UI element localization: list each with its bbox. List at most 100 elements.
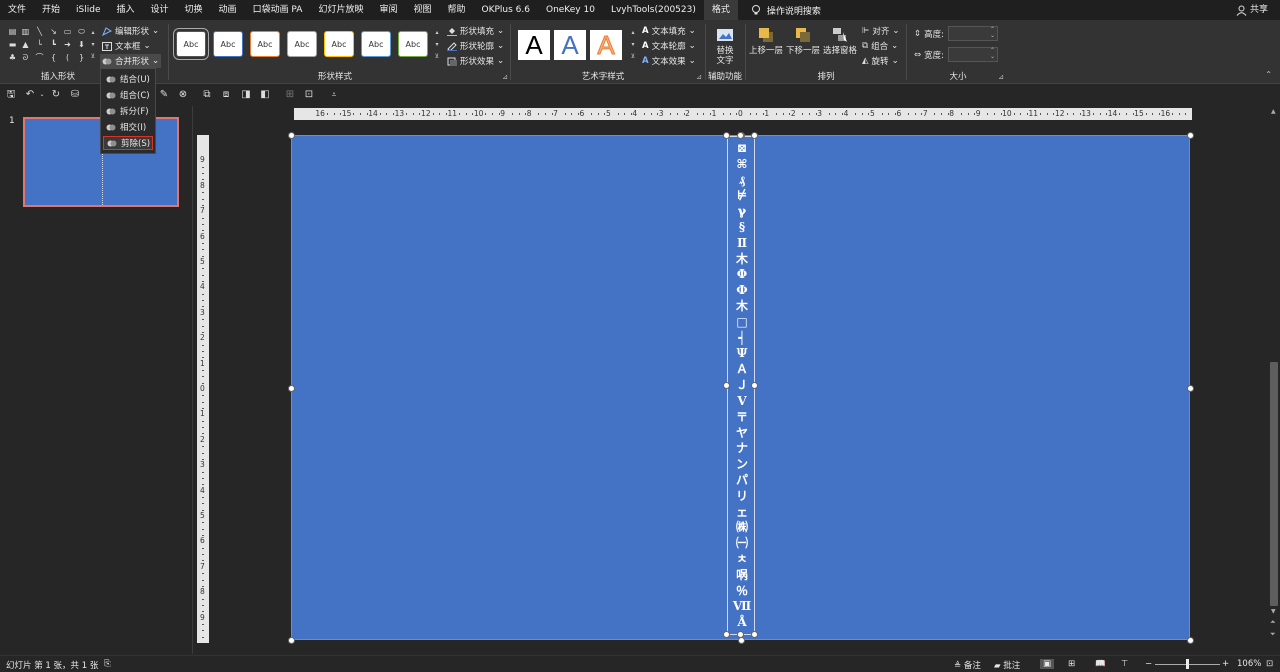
line-shape-icon[interactable]: ╲	[34, 27, 45, 36]
right-arrow-shape-icon[interactable]: ➜	[62, 40, 73, 49]
reading-view-icon[interactable]: 📖	[1095, 659, 1106, 669]
tab-12[interactable]: OKPlus 6.6	[474, 0, 538, 20]
zoom-slider-knob[interactable]	[1186, 659, 1189, 669]
brush-icon[interactable]: ✎	[158, 89, 170, 101]
tab-10[interactable]: 视图	[405, 0, 439, 20]
shape-fill-button[interactable]: 形状填充 ⌄	[447, 25, 504, 37]
text-box-resize-handle[interactable]	[737, 132, 744, 139]
zoom-out-icon[interactable]: −	[1145, 659, 1152, 669]
shape-style-swatch[interactable]: Abc	[324, 31, 354, 57]
prev-slide-icon[interactable]: ⏶	[1270, 618, 1276, 627]
slideshow-icon[interactable]: ⊤	[1121, 659, 1128, 669]
height-input[interactable]: ⌃ ⌄	[948, 26, 998, 41]
curve-shape-icon[interactable]: ᘐ	[20, 53, 31, 62]
tab-0[interactable]: 文件	[0, 0, 34, 20]
text-box-button[interactable]: 文本框 ⌄	[102, 40, 151, 52]
tab-6[interactable]: 动画	[211, 0, 245, 20]
tab-3[interactable]: 插入	[109, 0, 143, 20]
edit-shape-button[interactable]: 编辑形状 ⌄	[102, 25, 159, 37]
format-painter-icon[interactable]: ⛁	[69, 89, 81, 101]
rotate-button[interactable]: ◭ 旋转 ⌄	[862, 55, 899, 67]
shape-style-swatch[interactable]: Abc	[287, 31, 317, 57]
width-input[interactable]: ⌃ ⌄	[948, 47, 998, 62]
resize-handle[interactable]	[1187, 384, 1194, 392]
shape-effects-button[interactable]: 形状效果 ⌄	[447, 55, 504, 67]
shape-style-swatch[interactable]: Abc	[250, 31, 280, 57]
undo-icon[interactable]: ↶	[24, 89, 36, 101]
resize-handle[interactable]	[737, 637, 745, 644]
bring-forward-button[interactable]: 上移一层	[748, 26, 784, 56]
scroll-up-icon[interactable]: ▲	[1271, 108, 1276, 115]
shape-outline-button[interactable]: 形状轮廓 ⌄	[447, 40, 504, 52]
text-box-resize-handle[interactable]	[723, 631, 730, 638]
bracket-shape-icon[interactable]: (	[62, 53, 73, 62]
wordart-black[interactable]: A	[518, 30, 550, 60]
textbox-shape-icon[interactable]: ▤	[7, 27, 18, 36]
normal-view-icon[interactable]: ▣	[1040, 659, 1055, 669]
triangle-shape-icon[interactable]: ▲	[20, 40, 31, 49]
redo-icon[interactable]: ↻	[50, 89, 62, 101]
zoom-level[interactable]: 106%	[1237, 659, 1261, 669]
lasso-icon[interactable]: ⊗	[177, 89, 189, 101]
spellcheck-icon[interactable]: ⎘	[104, 659, 111, 669]
customize-toolbar-icon[interactable]: ⩡	[328, 89, 340, 101]
scroll-down-icon[interactable]: ▼	[1271, 608, 1276, 615]
slide-canvas[interactable]: ⊠ ⌘ ₰ ⊭ ℽ § Ⅱ ⽊ Φ Ф ⽊ □ ┥ Ψ Ａ Ｊ Ⅴ 〒ヤナンパリェ㈱㈠ㅊ㖞％ Ⅶ Å	[288, 132, 1194, 644]
resize-handle[interactable]	[288, 637, 295, 644]
wordart-blue[interactable]: A	[554, 30, 586, 60]
text-box-resize-handle[interactable]	[723, 381, 730, 389]
merge-option-4[interactable]: 剪除(S)	[103, 136, 153, 150]
brace-shape-icon[interactable]: {	[48, 53, 59, 62]
text-effects-button[interactable]: A 文本效果 ⌄	[642, 55, 696, 67]
alt-text-button[interactable]: 替换 文字	[707, 26, 743, 66]
down-arrow-shape-icon[interactable]: ⬇	[76, 40, 87, 49]
vertical-textbox-shape-icon[interactable]: ▥	[20, 27, 31, 36]
selection-pane-button[interactable]: 选择窗格	[822, 26, 858, 56]
merge-option-3[interactable]: 相交(I)	[103, 120, 153, 134]
text-box-resize-handle[interactable]	[751, 381, 758, 389]
text-outline-button[interactable]: A 文本轮廓 ⌄	[642, 40, 696, 52]
next-slide-icon[interactable]: ⏷	[1270, 630, 1276, 639]
align-button[interactable]: ⊫ 对齐 ⌄	[862, 25, 900, 37]
slide-sorter-icon[interactable]: ⊞	[1068, 659, 1075, 669]
shape-style-swatch[interactable]: Abc	[213, 31, 243, 57]
resize-handle[interactable]	[288, 384, 295, 392]
shape-style-swatch[interactable]: Abc	[173, 28, 209, 60]
dialog-launcher-icon[interactable]: ⊿	[998, 73, 1004, 81]
fit-to-window-icon[interactable]: ⊡	[1266, 659, 1273, 669]
tab-1[interactable]: 开始	[34, 0, 68, 20]
scrollbar-thumb[interactable]	[1270, 362, 1278, 606]
tab-13[interactable]: OneKey 10	[538, 0, 603, 20]
undo-dropdown-icon[interactable]: ⌄	[36, 89, 48, 101]
tab-15[interactable]: 格式	[703, 0, 738, 20]
tab-9[interactable]: 审阅	[371, 0, 405, 20]
collapse-ribbon-icon[interactable]: ⌃	[1265, 70, 1272, 79]
save-icon[interactable]: 🖫	[5, 89, 17, 101]
shape-style-swatch[interactable]: Abc	[398, 31, 428, 57]
rounded-rect-shape-icon[interactable]: ▬	[7, 40, 18, 49]
duplicate-icon[interactable]: ⧈	[220, 89, 232, 101]
resize-handle[interactable]	[288, 132, 295, 139]
shape-gallery-scroll[interactable]: ▴ ▾ ⊻	[89, 27, 97, 63]
resize-handle[interactable]	[1187, 132, 1194, 139]
text-fill-button[interactable]: A 文本填充 ⌄	[642, 25, 696, 37]
merge-option-1[interactable]: 组合(C)	[103, 88, 153, 102]
wordart-gallery-scroll[interactable]: ▴ ▾ ⊻	[629, 27, 637, 63]
text-box-resize-handle[interactable]	[751, 132, 758, 139]
text-box-resize-handle[interactable]	[737, 631, 744, 638]
tab-8[interactable]: 幻灯片放映	[310, 0, 371, 20]
bring-front-icon[interactable]: ◨	[240, 89, 252, 101]
zoom-in-icon[interactable]: +	[1222, 659, 1229, 669]
oval-shape-icon[interactable]: ⬭	[76, 27, 87, 36]
wordart-orange[interactable]: A	[590, 29, 622, 60]
style-gallery-scroll[interactable]: ▴ ▾ ⊻	[433, 27, 441, 63]
tab-5[interactable]: 切换	[177, 0, 211, 20]
comments-button[interactable]: ▰ 批注	[994, 659, 1020, 671]
text-box-resize-handle[interactable]	[751, 631, 758, 638]
tab-14[interactable]: LvyhTools(200523)	[603, 0, 704, 20]
close-brace-shape-icon[interactable]: }	[76, 53, 87, 62]
send-backward-button[interactable]: 下移一层	[785, 26, 821, 56]
elbow-arrow-shape-icon[interactable]: ┗	[48, 40, 59, 49]
elbow-connector-shape-icon[interactable]: └	[34, 40, 45, 49]
tab-7[interactable]: 口袋动画 PA	[245, 0, 311, 20]
